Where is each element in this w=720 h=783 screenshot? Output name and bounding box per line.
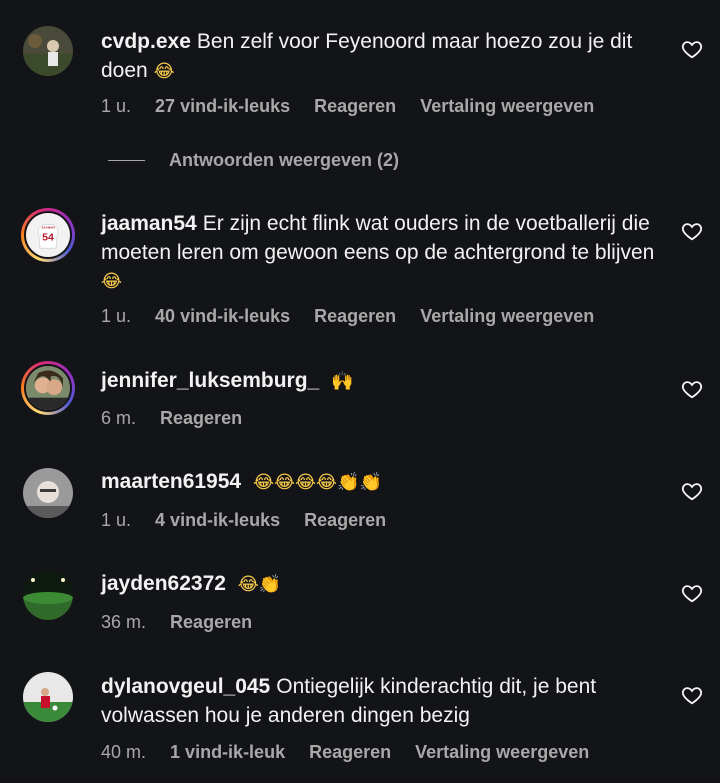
comment-time[interactable]: 40 m. xyxy=(101,742,146,762)
avatar[interactable] xyxy=(21,361,75,415)
comment-emojis: 🙌 xyxy=(331,371,354,392)
reply-button[interactable]: Reageren xyxy=(304,510,386,530)
avatar-jersey-name: JAAMAN xyxy=(41,225,55,229)
avatar[interactable] xyxy=(23,468,73,518)
comment-meta: 6 m. Reageren xyxy=(101,407,261,429)
comment-emojis: 😂 xyxy=(153,60,175,82)
comment-time[interactable]: 36 m. xyxy=(101,612,146,632)
avatar-jersey-number: 54 xyxy=(42,231,54,243)
comment-time[interactable]: 1 u. xyxy=(101,96,131,116)
comment-likes[interactable]: 4 vind-ik-leuks xyxy=(155,510,280,530)
comment-text: cvdp.exe Ben zelf voor Feyenoord maar hoe… xyxy=(101,28,661,86)
reply-button[interactable]: Reageren xyxy=(160,408,242,428)
reply-button[interactable]: Reageren xyxy=(314,96,396,116)
comment-time[interactable]: 6 m. xyxy=(101,408,136,428)
view-replies-label: Antwoorden weergeven (2) xyxy=(169,149,400,170)
avatar[interactable] xyxy=(23,570,73,620)
heart-outline-icon[interactable] xyxy=(681,220,703,242)
comment-meta: 1 u. 27 vind-ik-leuks Reageren Vertaling… xyxy=(101,95,613,117)
comment-emojis: 😂👏 xyxy=(237,574,282,595)
comment-emojis: 😂😂😂😂👏👏 xyxy=(252,472,382,493)
comment-likes[interactable]: 27 vind-ik-leuks xyxy=(155,96,290,116)
translate-button[interactable]: Vertaling weergeven xyxy=(420,96,594,116)
reply-button[interactable]: Reageren xyxy=(314,306,396,326)
comment-text: jennifer_luksemburg_ 🙌 xyxy=(101,367,661,397)
comment-meta: 36 m. Reageren xyxy=(101,611,271,633)
reply-button[interactable]: Reageren xyxy=(170,612,252,632)
comment-emojis: 😂 xyxy=(101,271,123,292)
avatar-image xyxy=(24,364,72,412)
comment-username[interactable]: jennifer_luksemburg_ xyxy=(101,369,319,392)
view-replies-button[interactable]: Antwoorden weergeven (2) xyxy=(108,148,399,172)
comment-username[interactable]: jayden62372 xyxy=(101,572,226,595)
comment-text: jayden62372 😂👏 xyxy=(101,570,661,600)
heart-outline-icon[interactable] xyxy=(681,582,703,604)
comment-time[interactable]: 1 u. xyxy=(101,306,131,326)
comment-username[interactable]: maarten61954 xyxy=(101,470,241,493)
avatar[interactable]: JAAMAN 54 xyxy=(21,208,75,262)
reply-button[interactable]: Reageren xyxy=(309,742,391,762)
comment-likes[interactable]: 40 vind-ik-leuks xyxy=(155,306,290,326)
heart-outline-icon[interactable] xyxy=(681,684,703,706)
comment-meta: 1 u. 40 vind-ik-leuks Reageren Vertaling… xyxy=(101,305,613,327)
divider-line xyxy=(108,159,145,161)
avatar[interactable] xyxy=(23,26,73,76)
avatar-image: JAAMAN 54 xyxy=(24,211,72,259)
comment-text: jaaman54 Er zijn echt flink wat ouders in… xyxy=(101,210,661,297)
comment-username[interactable]: cvdp.exe xyxy=(101,30,191,53)
heart-outline-icon[interactable] xyxy=(681,38,703,60)
translate-button[interactable]: Vertaling weergeven xyxy=(415,742,589,762)
avatar[interactable] xyxy=(23,672,73,722)
comment-meta: 40 m. 1 vind-ik-leuk Reageren Vertaling … xyxy=(101,741,608,763)
heart-outline-icon[interactable] xyxy=(681,480,703,502)
translate-button[interactable]: Vertaling weergeven xyxy=(420,306,594,326)
heart-outline-icon[interactable] xyxy=(681,378,703,400)
comment-meta: 1 u. 4 vind-ik-leuks Reageren xyxy=(101,509,405,531)
comment-text: maarten61954 😂😂😂😂👏👏 xyxy=(101,468,661,498)
comment-username[interactable]: dylanovgeul_045 xyxy=(101,675,270,698)
comment-time[interactable]: 1 u. xyxy=(101,510,131,530)
comment-text: dylanovgeul_045 Ontiegelijk kinderachtig … xyxy=(101,673,661,731)
comment-username[interactable]: jaaman54 xyxy=(101,212,197,235)
comment-likes[interactable]: 1 vind-ik-leuk xyxy=(170,742,285,762)
